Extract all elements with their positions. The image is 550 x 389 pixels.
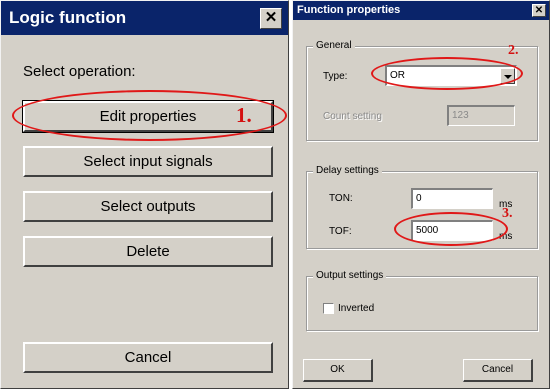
ton-label: TON: — [329, 193, 353, 204]
annotation-ellipse-2 — [371, 57, 523, 90]
title-bar: Function properties ✕ — [293, 1, 549, 20]
general-group-label: General — [313, 40, 355, 51]
ton-input[interactable]: 0 — [411, 188, 493, 209]
logic-function-dialog: Logic function ✕ Select operation: Edit … — [0, 0, 289, 389]
select-input-signals-button[interactable]: Select input signals — [23, 146, 273, 177]
delay-settings-label: Delay settings — [313, 165, 382, 176]
inverted-checkbox[interactable] — [323, 303, 334, 314]
inverted-label: Inverted — [338, 303, 375, 314]
annotation-ellipse-3 — [394, 212, 508, 246]
type-label: Type: — [323, 71, 348, 82]
select-outputs-button[interactable]: Select outputs — [23, 191, 273, 222]
ok-button[interactable]: OK — [303, 359, 373, 382]
cancel-button[interactable]: Cancel — [23, 342, 273, 373]
dialog-title: Function properties — [297, 4, 401, 16]
close-button[interactable]: ✕ — [260, 8, 282, 29]
cancel-button[interactable]: Cancel — [463, 359, 533, 382]
title-bar: Logic function ✕ — [1, 1, 288, 35]
annotation-step-1: 1. — [236, 103, 252, 127]
select-operation-label: Select operation: — [23, 63, 136, 80]
close-button[interactable]: ✕ — [532, 4, 546, 17]
output-settings-label: Output settings — [313, 270, 387, 281]
count-setting-field: 123 — [447, 105, 515, 126]
tof-label: TOF: — [329, 226, 352, 237]
dialog-title: Logic function — [9, 8, 127, 27]
count-setting-label: Count setting — [323, 111, 382, 122]
annotation-step-3: 3. — [502, 206, 513, 221]
delete-button[interactable]: Delete — [23, 236, 273, 267]
annotation-step-2: 2. — [508, 43, 519, 58]
